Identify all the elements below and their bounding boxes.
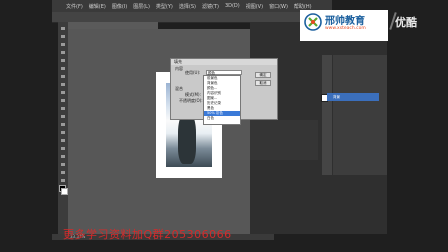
menu-file[interactable]: 文件(F) <box>66 3 83 10</box>
brand-url: www.xsteach.com <box>325 26 366 31</box>
ok-button[interactable]: 确定 <box>255 72 271 78</box>
stamp-tool-icon[interactable] <box>59 89 67 96</box>
menu-window[interactable]: 窗口(W) <box>269 3 288 10</box>
menu-type[interactable]: 类型(Y) <box>156 3 173 10</box>
opacity-label: 不透明度(O): <box>179 98 203 103</box>
crop-tool-icon[interactable] <box>59 57 67 64</box>
pen-tool-icon[interactable] <box>59 137 67 144</box>
document-tab[interactable] <box>68 22 158 29</box>
dodge-tool-icon[interactable] <box>59 129 67 136</box>
brush-tool-icon[interactable] <box>59 81 67 88</box>
cancel-button[interactable]: 取消 <box>255 80 271 86</box>
marquee-tool-icon[interactable] <box>59 33 67 40</box>
menu-help[interactable]: 帮助(H) <box>294 3 312 10</box>
type-tool-icon[interactable] <box>59 145 67 152</box>
menu-filter[interactable]: 滤镜(T) <box>202 3 219 10</box>
menu-image[interactable]: 图像(I) <box>112 3 127 10</box>
layers-panel <box>333 55 387 175</box>
eraser-tool-icon[interactable] <box>59 105 67 112</box>
content-section-label: 内容 <box>175 66 183 71</box>
layer-row-background[interactable]: 背景 <box>327 93 379 101</box>
menu-select[interactable]: 选择(S) <box>179 3 196 10</box>
quick-select-tool-icon[interactable] <box>59 49 67 56</box>
menu-view[interactable]: 视图(V) <box>246 3 263 10</box>
shape-tool-icon[interactable] <box>59 161 67 168</box>
player-watermark: 优酷 <box>395 16 417 29</box>
mode-label: 模式(M): <box>185 92 201 97</box>
background-color-swatch[interactable] <box>61 188 68 195</box>
brand-mark-icon <box>304 13 322 31</box>
panel-icon-strip[interactable] <box>322 55 332 175</box>
blur-tool-icon[interactable] <box>59 121 67 128</box>
menu-3d[interactable]: 3D(D) <box>225 3 240 9</box>
overlay-caption: 更多学习资料加Q群205306066 <box>63 228 232 241</box>
history-brush-tool-icon[interactable] <box>59 97 67 104</box>
photoshop-window: Ps 文件(F) 编辑(E) 图像(I) 图层(L) 类型(Y) 选择(S) 滤… <box>0 0 448 252</box>
gradient-tool-icon[interactable] <box>59 113 67 120</box>
move-tool-icon[interactable] <box>59 25 67 32</box>
menu-layer[interactable]: 图层(L) <box>133 3 150 10</box>
zoom-tool-icon[interactable] <box>59 177 67 184</box>
dropdown-item[interactable]: 白色 <box>204 116 240 121</box>
use-label: 使用(U): <box>185 70 201 75</box>
tools-panel <box>58 22 68 234</box>
menu-edit[interactable]: 编辑(E) <box>89 3 106 10</box>
properties-panel <box>250 120 318 160</box>
dialog-title: 填充 <box>171 59 277 65</box>
blend-section-label: 混合 <box>175 86 183 91</box>
use-dropdown-list: 前景色 背景色 颜色... 内容识别 图案... 历史记录 黑色 50% 灰色 … <box>203 75 241 125</box>
menu-bar: 文件(F) 编辑(E) 图像(I) 图层(L) 类型(Y) 选择(S) 滤镜(T… <box>52 0 332 12</box>
eyedropper-tool-icon[interactable] <box>59 65 67 72</box>
healing-tool-icon[interactable] <box>59 73 67 80</box>
path-select-tool-icon[interactable] <box>59 153 67 160</box>
brand-name: 邢帅教育 <box>325 16 365 27</box>
lasso-tool-icon[interactable] <box>59 41 67 48</box>
hand-tool-icon[interactable] <box>59 169 67 176</box>
